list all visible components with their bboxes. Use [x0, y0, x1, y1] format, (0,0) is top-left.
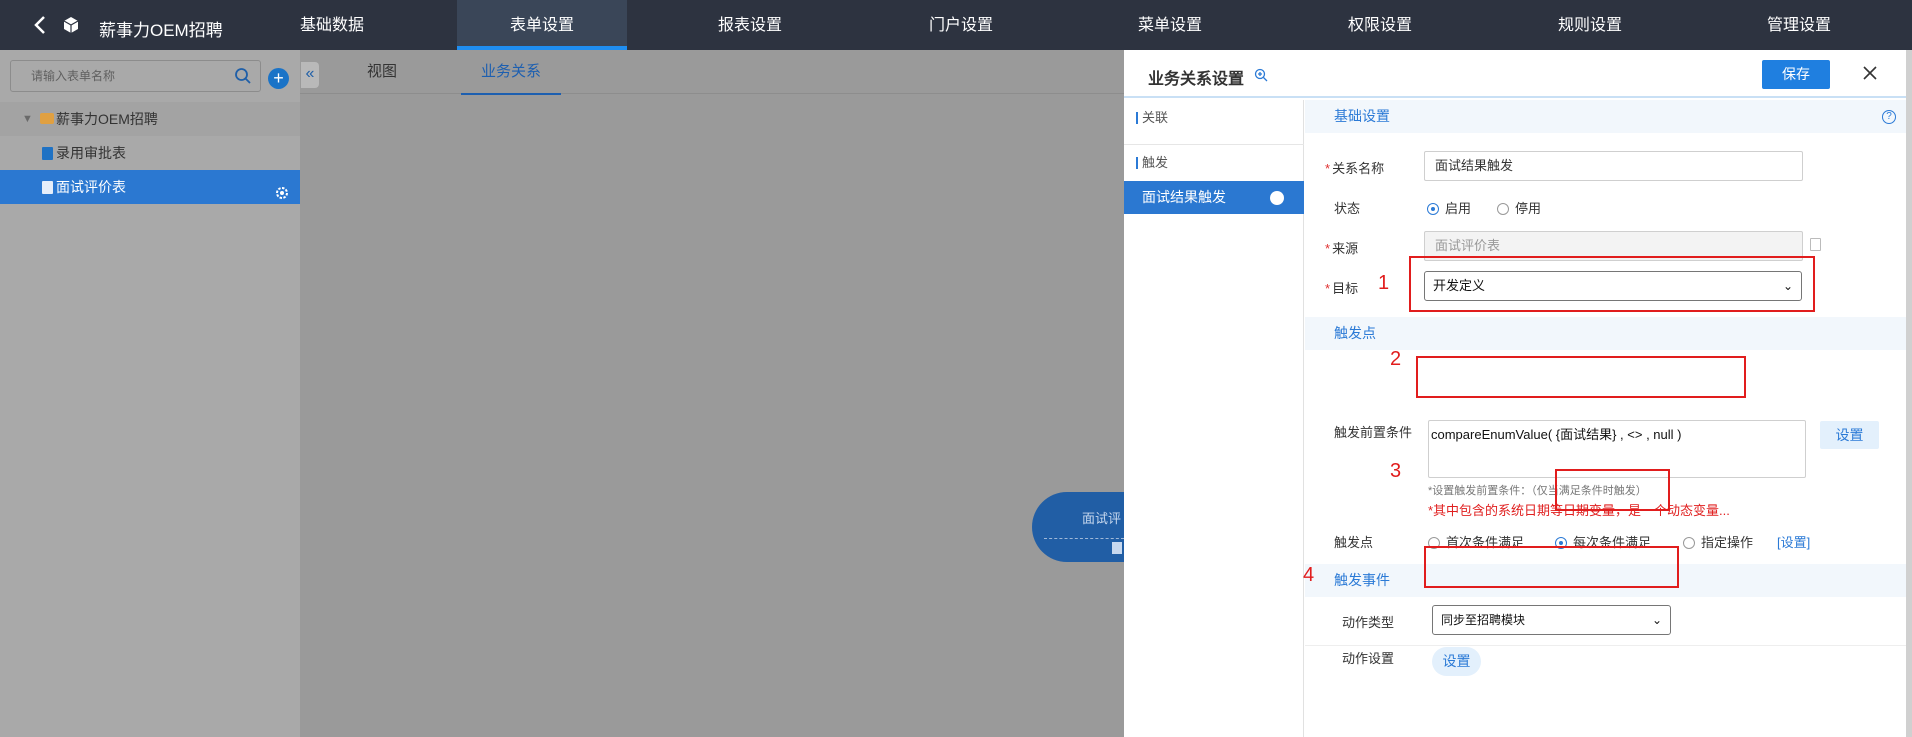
status-disabled-radio[interactable]: 停用 [1497, 198, 1541, 217]
scrollbar-track[interactable] [1906, 50, 1912, 737]
tree-item-label: 面试评价表 [56, 179, 126, 195]
target-label: * 目标 [1325, 281, 1359, 296]
caret-down-icon[interactable]: ▼ [22, 102, 33, 136]
zoom-in-icon[interactable] [1254, 68, 1268, 82]
tree-item-hire-approval[interactable]: 录用审批表 [0, 136, 300, 170]
status-enabled-radio[interactable]: 启用 [1427, 198, 1471, 217]
section-title: 基础设置 [1334, 108, 1390, 124]
cube-logo-icon [62, 16, 80, 34]
save-button[interactable]: 保存 [1762, 60, 1830, 89]
tree-item-interview-eval[interactable]: 面试评价表 [0, 170, 300, 204]
nav-portal-settings[interactable]: 门户设置 [891, 0, 1031, 50]
panel-header: 业务关系设置 保存 [1124, 50, 1906, 98]
relation-name-field[interactable]: 面试结果触发 [1424, 151, 1803, 181]
chevron-left-icon[interactable] [30, 14, 52, 36]
annotation-box-4 [1424, 546, 1679, 588]
annotation-box-3 [1555, 469, 1670, 511]
tree-folder[interactable]: ▼ 薪事力OEM招聘 [0, 102, 300, 136]
annotation-box-1 [1409, 256, 1815, 312]
trigger-item-interview-result[interactable]: 面试结果触发 [1124, 181, 1304, 214]
node-divider [1044, 538, 1124, 539]
source-label: * 来源 [1325, 241, 1359, 256]
app-title: 薪事力OEM招聘 [99, 21, 223, 40]
search-input[interactable] [11, 61, 221, 91]
form-node-label: 面试评 [1082, 511, 1122, 526]
name-label: * 关系名称 [1325, 161, 1385, 176]
section-header-basic: 基础设置 ? [1305, 100, 1906, 133]
chevron-down-icon: ⌄ [1651, 613, 1662, 627]
trigger-point-settings-link[interactable]: [设置] [1777, 532, 1810, 551]
row-divider [1305, 645, 1906, 646]
action-type-select[interactable]: 同步至招聘模块 ⌄ [1432, 605, 1671, 635]
annotation-number-2: 2 [1390, 348, 1402, 370]
annotation-number-3: 3 [1390, 460, 1402, 482]
nav-form-settings[interactable]: 表单设置 [457, 0, 627, 50]
relation-type-list: 关联 触发 面试结果触发 [1124, 100, 1304, 737]
panel-title: 业务关系设置 [1148, 71, 1245, 88]
tree-item-label: 录用审批表 [56, 145, 126, 161]
close-icon[interactable] [1859, 63, 1881, 85]
section-divider [1124, 144, 1304, 145]
action-type-label: 动作类型 [1342, 615, 1395, 630]
form-file-icon [42, 147, 53, 160]
section-trigger[interactable]: 触发 [1124, 147, 1304, 179]
gear-icon[interactable] [274, 179, 290, 199]
nav-basic-data[interactable]: 基础数据 [262, 0, 402, 50]
help-icon[interactable]: ? [1882, 110, 1896, 124]
annotation-number-4: 4 [1303, 564, 1315, 586]
folder-icon [40, 113, 54, 124]
status-label: 状态 [1334, 201, 1361, 216]
section-title: 触发事件 [1334, 572, 1390, 588]
trigger-point-label: 触发点 [1334, 535, 1374, 550]
annotation-box-2 [1416, 356, 1746, 398]
form-node[interactable]: 面试评 [1032, 492, 1124, 562]
top-nav-bar: 薪事力OEM招聘 基础数据 表单设置 报表设置 门户设置 菜单设置 权限设置 规… [0, 0, 1912, 50]
trigger-item-label: 面试结果触发 [1142, 189, 1226, 205]
form-tree-sidebar: + ▼ 薪事力OEM招聘 录用审批表 面试评价表 [0, 50, 300, 737]
relation-form: 基础设置 ? * 关系名称 面试结果触发 状态 启用 停用 * 来源 面试评价表 *… [1305, 100, 1906, 737]
trash-icon[interactable] [1810, 238, 1821, 251]
tab-business-relation[interactable]: 业务关系 [461, 50, 561, 95]
pre-condition-label: 触发前置条件 [1334, 425, 1413, 440]
action-setting-button[interactable]: 设置 [1432, 647, 1481, 676]
search-box [10, 60, 261, 92]
action-setting-label: 动作设置 [1342, 651, 1395, 666]
form-file-icon [42, 181, 53, 194]
tree-folder-label: 薪事力OEM招聘 [56, 111, 158, 127]
nav-menu-settings[interactable]: 菜单设置 [1100, 0, 1240, 50]
section-title: 触发点 [1334, 325, 1376, 341]
plus-icon[interactable]: + [268, 68, 289, 89]
nav-permission-settings[interactable]: 权限设置 [1310, 0, 1450, 50]
search-icon[interactable] [234, 67, 252, 85]
tab-view[interactable]: 视图 [354, 50, 410, 94]
annotation-number-1: 1 [1378, 272, 1390, 294]
nav-report-settings[interactable]: 报表设置 [680, 0, 820, 50]
nav-rule-settings[interactable]: 规则设置 [1520, 0, 1660, 50]
section-association[interactable]: 关联 [1124, 102, 1304, 134]
nav-admin-settings[interactable]: 管理设置 [1729, 0, 1869, 50]
canvas-tabs: 视图 业务关系 [300, 50, 1124, 95]
specified-operation-radio[interactable]: 指定操作 [1683, 532, 1753, 551]
document-icon [1112, 542, 1122, 554]
pre-condition-set-button[interactable]: 设置 [1820, 421, 1879, 449]
toggle-indicator[interactable] [1270, 191, 1284, 205]
section-header-trigger-point: 触发点 [1305, 317, 1906, 350]
